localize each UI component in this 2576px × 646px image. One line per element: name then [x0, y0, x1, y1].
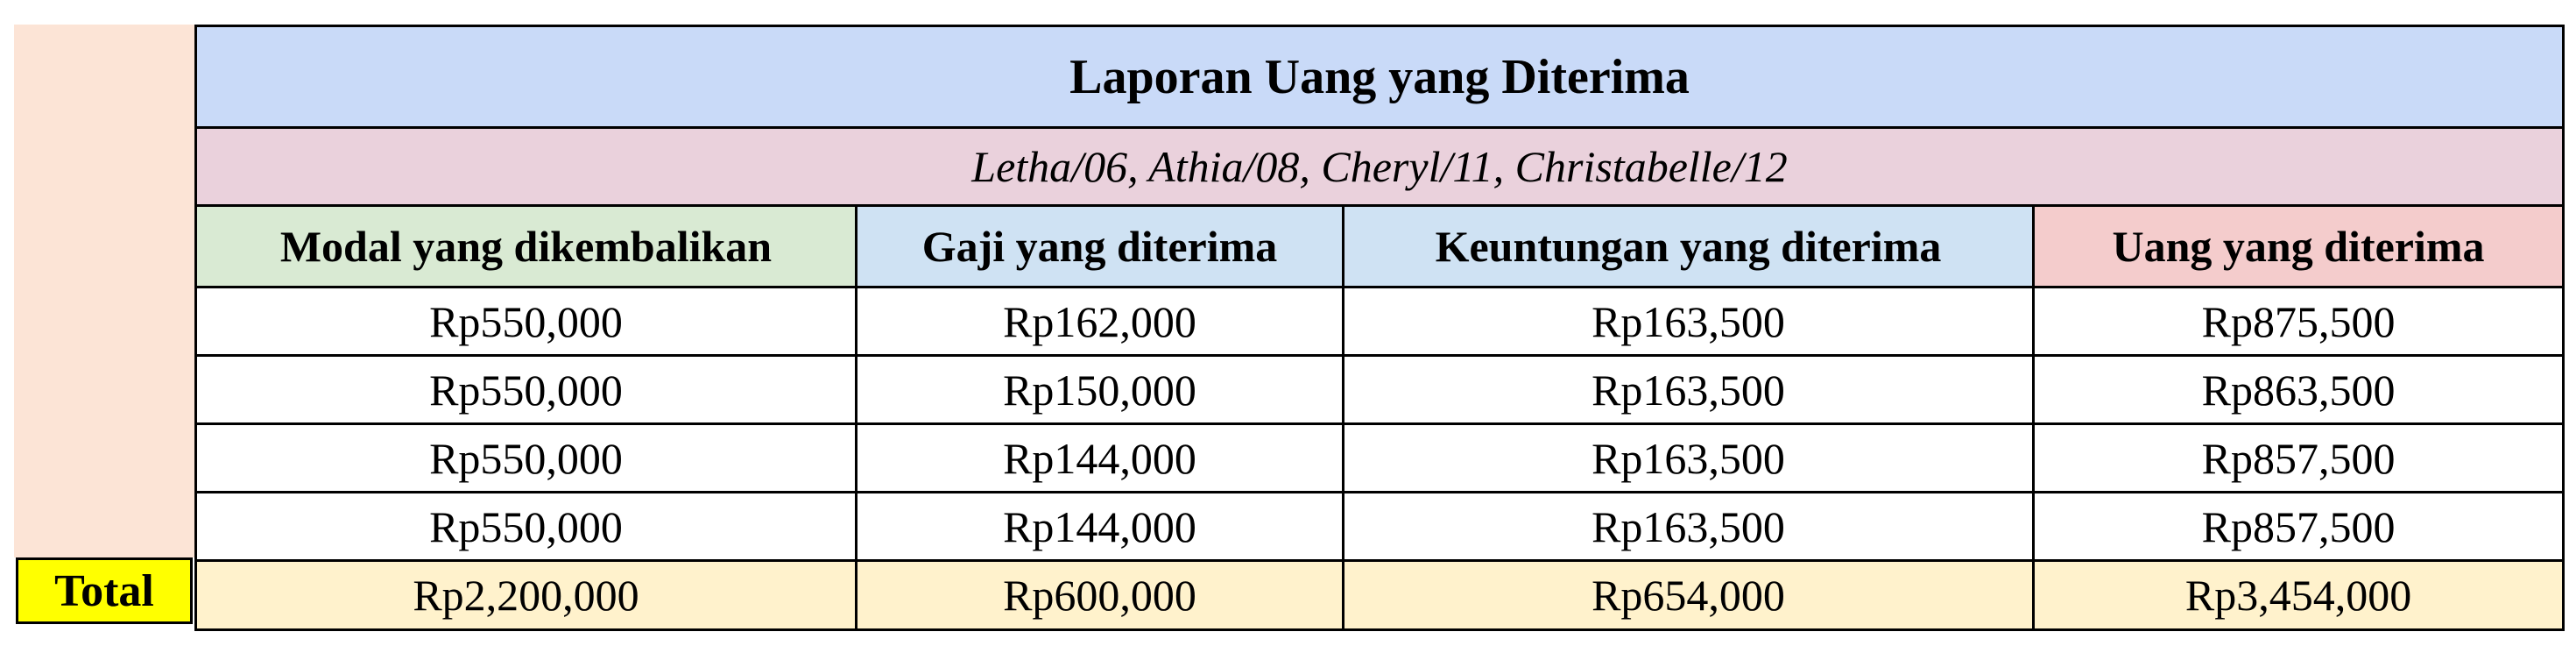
- cell-keuntungan[interactable]: Rp163,500: [1342, 286, 2035, 357]
- cell-uang[interactable]: Rp875,500: [2031, 286, 2565, 357]
- cell-modal[interactable]: Rp550,000: [194, 491, 857, 562]
- table-row: Rp550,000 Rp144,000 Rp163,500 Rp857,500: [194, 491, 2565, 562]
- cell-keuntungan[interactable]: Rp163,500: [1342, 491, 2035, 562]
- report-subtitle[interactable]: Letha/06, Athia/08, Cheryl/11, Christabe…: [194, 126, 2565, 207]
- report-title[interactable]: Laporan Uang yang Diterima: [194, 25, 2565, 129]
- cell-uang[interactable]: Rp857,500: [2031, 491, 2565, 562]
- report-table: Laporan Uang yang Diterima Letha/06, Ath…: [194, 25, 2565, 631]
- total-row: Rp2,200,000 Rp600,000 Rp654,000 Rp3,454,…: [194, 559, 2565, 631]
- total-gaji[interactable]: Rp600,000: [855, 559, 1344, 631]
- cell-modal[interactable]: Rp550,000: [194, 286, 857, 357]
- header-uang[interactable]: Uang yang diterima: [2031, 204, 2565, 288]
- header-gaji[interactable]: Gaji yang diterima: [855, 204, 1344, 288]
- table-row: Rp550,000 Rp150,000 Rp163,500 Rp863,500: [194, 354, 2565, 425]
- total-modal[interactable]: Rp2,200,000: [194, 559, 857, 631]
- cell-keuntungan[interactable]: Rp163,500: [1342, 354, 2035, 425]
- cell-modal[interactable]: Rp550,000: [194, 422, 857, 493]
- cell-keuntungan[interactable]: Rp163,500: [1342, 422, 2035, 493]
- cell-uang[interactable]: Rp863,500: [2031, 354, 2565, 425]
- total-keuntungan[interactable]: Rp654,000: [1342, 559, 2035, 631]
- side-merged-cell[interactable]: [14, 25, 194, 557]
- cell-gaji[interactable]: Rp144,000: [855, 422, 1344, 493]
- cell-gaji[interactable]: Rp144,000: [855, 491, 1344, 562]
- header-modal[interactable]: Modal yang dikembalikan: [194, 204, 857, 288]
- cell-uang[interactable]: Rp857,500: [2031, 422, 2565, 493]
- spreadsheet-sheet: Total Laporan Uang yang Diterima Letha/0…: [0, 0, 2576, 646]
- table-row: Rp550,000 Rp144,000 Rp163,500 Rp857,500: [194, 422, 2565, 493]
- cell-gaji[interactable]: Rp162,000: [855, 286, 1344, 357]
- header-keuntungan[interactable]: Keuntungan yang diterima: [1342, 204, 2035, 288]
- total-uang[interactable]: Rp3,454,000: [2031, 559, 2565, 631]
- cell-gaji[interactable]: Rp150,000: [855, 354, 1344, 425]
- header-row: Modal yang dikembalikan Gaji yang diteri…: [194, 204, 2565, 288]
- total-label-cell[interactable]: Total: [16, 557, 193, 624]
- table-row: Rp550,000 Rp162,000 Rp163,500 Rp875,500: [194, 286, 2565, 357]
- cell-modal[interactable]: Rp550,000: [194, 354, 857, 425]
